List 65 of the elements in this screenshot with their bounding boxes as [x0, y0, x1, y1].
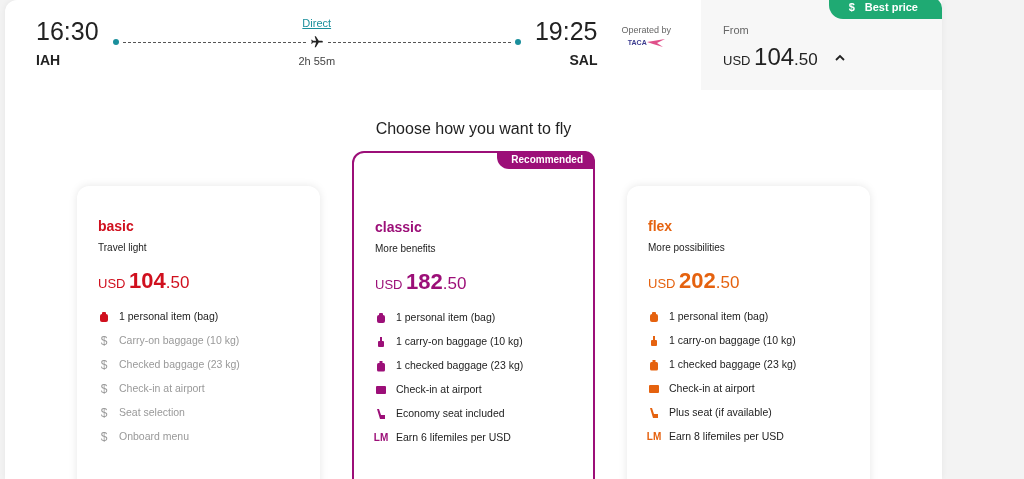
feature-label: Check-in at airport: [119, 380, 205, 396]
departure-time: 16:30: [36, 19, 99, 44]
from-label: From: [723, 23, 750, 38]
feature-label: 1 carry-on baggage (10 kg): [396, 333, 523, 349]
feature-label: Earn 6 lifemiles per USD: [396, 429, 511, 445]
suitcase-icon: [648, 334, 660, 347]
feature-label: Plus seat (if available): [669, 404, 772, 420]
airport-code: IAH: [36, 51, 62, 70]
dollar-icon: $: [98, 331, 110, 350]
flight-duration: 2h 55m: [298, 54, 336, 69]
section-heading: Choose how you want to fly: [374, 119, 573, 139]
airplane-icon: [309, 35, 324, 49]
recommended-tag: Recommended: [497, 151, 595, 169]
airport-code: SAL: [568, 51, 598, 70]
feature-label: Onboard menu: [119, 428, 190, 444]
fare-tagline: Travel light: [98, 241, 148, 255]
feature-label: Check-in at airport: [396, 381, 482, 397]
suitcase-icon: [375, 335, 387, 348]
feature-label: Earn 8 lifemiles per USD: [669, 428, 784, 444]
fare-price: USD 202.50: [648, 270, 741, 292]
luggage-icon: [648, 358, 660, 371]
arrival-time: 19:25: [534, 19, 598, 44]
fare-price: USD 104.50: [98, 270, 191, 292]
fare-tagline: More possibilities: [648, 241, 726, 255]
price: USD 104.50: [723, 41, 818, 72]
fare-name: flex: [648, 217, 674, 236]
feature-label: 1 checked baggage (23 kg): [396, 357, 524, 373]
fare-card[interactable]: Recommended classic More benefits USD 182.50 1 personal item (bag) 1 carry-on baggage (10 kg) 1 checked baggage (23 kg) Check-in at airport Economy seat included LM Earn 6 lifemiles per USD: [352, 151, 595, 479]
fare-tagline: More benefits: [375, 242, 437, 256]
feature-label: 1 checked baggage (23 kg): [669, 356, 797, 372]
operated-by-label: Operated by: [621, 24, 671, 37]
lifemiles-icon: LM: [375, 430, 387, 445]
best-price-badge: $ Best price: [828, 0, 942, 19]
feature-label: 1 personal item (bag): [669, 308, 769, 324]
price-panel[interactable]: $ Best price From USD 104.50: [701, 0, 942, 90]
bag-icon: [648, 310, 660, 323]
bag-icon: [375, 311, 387, 324]
feature-label: 1 carry-on baggage (10 kg): [669, 332, 796, 348]
fare-card[interactable]: flex More possibilities USD 202.50 1 personal item (bag) 1 carry-on baggage (10 kg) 1 checked baggage (23 kg) Check-in at airport Plus seat (if available) LM Earn 8 lifemiles per USD: [627, 186, 870, 479]
dollar-icon: $: [98, 403, 110, 422]
ticket-icon: [375, 383, 387, 396]
fare-card[interactable]: basic Travel light USD 104.50 1 personal item (bag) $ Carry-on baggage (10 kg) $ Checked baggage (23 kg) $ Check-in at airport $ Seat selection $ Onboard menu: [77, 186, 320, 479]
luggage-icon: [375, 359, 387, 372]
direct-link[interactable]: Direct: [302, 14, 332, 31]
bag-icon: [98, 310, 110, 323]
destination-dot: [514, 39, 521, 45]
feature-label: Checked baggage (23 kg): [119, 356, 240, 372]
lifemiles-icon: LM: [648, 429, 660, 444]
feature-label: 1 personal item (bag): [119, 308, 219, 324]
feature-label: Check-in at airport: [669, 380, 755, 396]
chevron-icon[interactable]: [833, 53, 846, 62]
ticket-icon: [648, 382, 660, 395]
feature-label: Seat selection: [119, 404, 185, 420]
seat-icon: [648, 406, 660, 419]
fare-name: basic: [98, 217, 135, 236]
fare-name: classic: [375, 218, 423, 237]
feature-label: Carry-on baggage (10 kg): [119, 332, 240, 348]
dollar-icon: $: [98, 379, 110, 398]
feature-label: 1 personal item (bag): [396, 309, 496, 325]
origin-dot: [112, 39, 119, 45]
feature-label: Economy seat included: [396, 405, 505, 421]
seat-icon: [375, 407, 387, 420]
dollar-icon: $: [98, 427, 110, 446]
dollar-icon: $: [98, 355, 110, 374]
fare-price: USD 182.50: [375, 271, 468, 293]
